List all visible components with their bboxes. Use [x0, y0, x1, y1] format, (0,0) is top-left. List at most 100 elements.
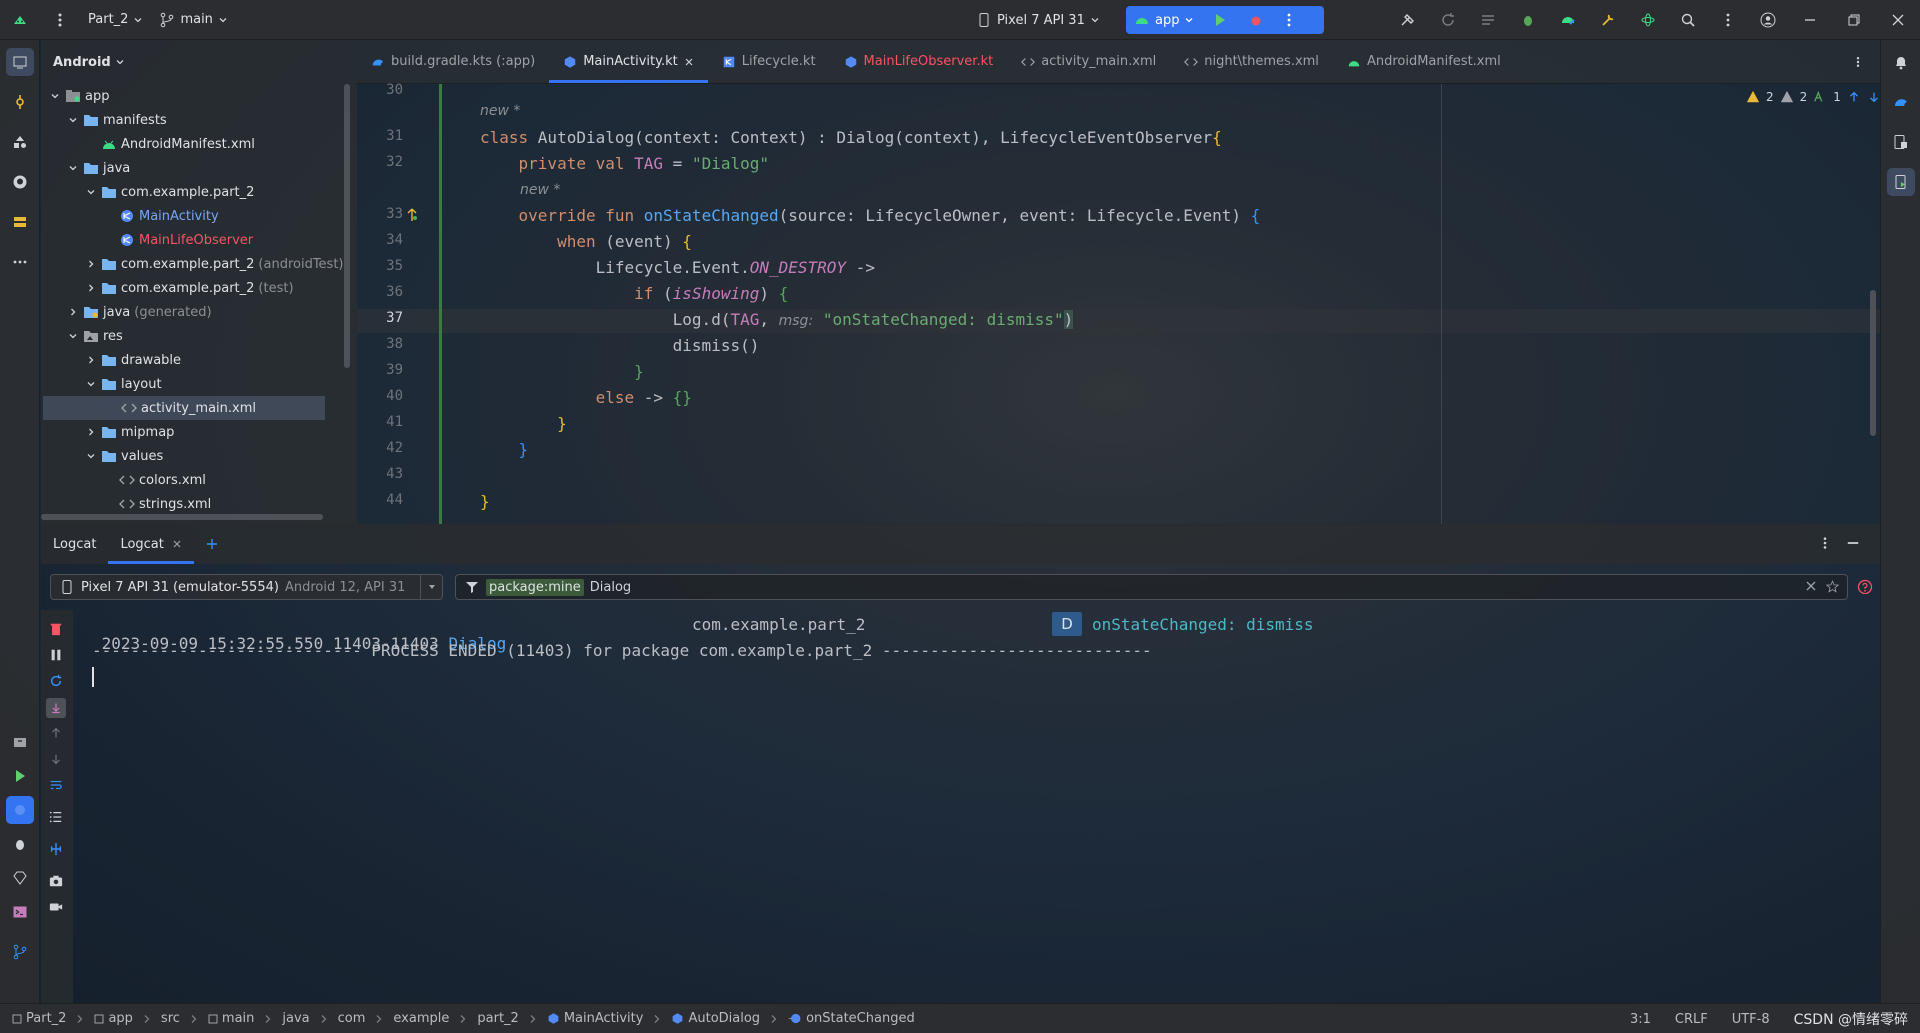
- previous-occurrence-button[interactable]: [49, 726, 63, 740]
- main-menu-icon[interactable]: [40, 0, 80, 40]
- search-button[interactable]: [1668, 0, 1708, 40]
- logcat-filter-input[interactable]: package:mine Dialog: [455, 574, 1848, 600]
- tree-item[interactable]: MainActivity: [41, 204, 219, 228]
- tree-item[interactable]: com.example.part_2 (androidTest): [41, 252, 344, 276]
- line-number[interactable]: 35: [357, 258, 403, 274]
- apply-changes-button[interactable]: [1428, 0, 1468, 40]
- run-more-button[interactable]: [1274, 6, 1304, 34]
- format-options-button[interactable]: [49, 810, 63, 824]
- editor-tab[interactable]: night\themes.xml: [1170, 40, 1333, 83]
- editor-tab[interactable]: build.gradle.kts (:app): [357, 40, 549, 83]
- new-logcat-tab-button[interactable]: [194, 524, 230, 564]
- line-number[interactable]: 39: [357, 362, 403, 378]
- project-tree-scrollbar-vertical[interactable]: [344, 84, 350, 368]
- github-tool-button[interactable]: [6, 168, 34, 196]
- tree-item[interactable]: values: [41, 444, 163, 468]
- account-button[interactable]: [1748, 0, 1788, 40]
- chevron-right-icon[interactable]: [65, 304, 81, 320]
- tree-item[interactable]: MainLifeObserver: [41, 228, 253, 252]
- close-icon[interactable]: [684, 57, 694, 67]
- line-number[interactable]: 40: [357, 388, 403, 404]
- project-tool-button[interactable]: [6, 48, 34, 76]
- screen-record-button[interactable]: [49, 900, 63, 914]
- tree-item[interactable]: java: [41, 156, 130, 180]
- clear-filter-button[interactable]: [1805, 580, 1817, 592]
- tree-item[interactable]: app: [41, 84, 109, 108]
- project-view-selector[interactable]: Android: [41, 40, 357, 84]
- gradle-tool-button[interactable]: [1887, 88, 1915, 116]
- tree-item[interactable]: mipmap: [41, 420, 174, 444]
- run-config-selector[interactable]: app: [1126, 6, 1202, 34]
- device-dropdown-toggle[interactable]: [420, 575, 442, 599]
- vcs-branch-selector[interactable]: main: [151, 6, 235, 34]
- breadcrumb-item[interactable]: MainActivity: [547, 1011, 643, 1026]
- chevron-down-icon[interactable]: [65, 112, 81, 128]
- editor-tab[interactable]: activity_main.xml: [1007, 40, 1170, 83]
- sync-button[interactable]: [1468, 0, 1508, 40]
- tree-item[interactable]: res: [41, 324, 123, 348]
- favorite-filter-button[interactable]: [1826, 580, 1839, 593]
- sdk-manager-button[interactable]: [1588, 0, 1628, 40]
- tree-item[interactable]: layout: [41, 372, 162, 396]
- help-button[interactable]: [1857, 579, 1873, 595]
- line-number[interactable]: 33: [357, 206, 403, 222]
- breadcrumb-item[interactable]: AutoDialog: [671, 1011, 760, 1026]
- editor-tabs-more-button[interactable]: [1848, 52, 1868, 72]
- code-editor[interactable]: [357, 84, 1880, 524]
- chevron-right-icon[interactable]: [83, 424, 99, 440]
- more-tools-button[interactable]: [6, 248, 34, 276]
- breadcrumb-item[interactable]: src: [161, 1011, 180, 1026]
- editor-tab[interactable]: MainLifeObserver.kt: [830, 40, 1008, 83]
- running-devices-button[interactable]: [1887, 168, 1915, 196]
- more-actions-button[interactable]: [1708, 0, 1748, 40]
- chevron-down-icon[interactable]: [83, 184, 99, 200]
- line-number[interactable]: 41: [357, 414, 403, 430]
- editor-tab[interactable]: AndroidManifest.xml: [1333, 40, 1515, 83]
- resource-manager-button[interactable]: [6, 128, 34, 156]
- breadcrumb-item[interactable]: part_2: [477, 1011, 518, 1026]
- file-encoding[interactable]: UTF-8: [1732, 1012, 1770, 1027]
- scroll-to-end-button[interactable]: [46, 698, 66, 718]
- git-tool-button[interactable]: [6, 938, 34, 966]
- logcat-device-selector[interactable]: Pixel 7 API 31 (emulator-5554) Android 1…: [50, 574, 443, 600]
- close-window-button[interactable]: [1876, 0, 1920, 40]
- chevron-right-icon[interactable]: [83, 352, 99, 368]
- screenshot-button[interactable]: [49, 874, 63, 888]
- close-icon[interactable]: [172, 539, 182, 549]
- logcat-options-button[interactable]: [1818, 536, 1832, 550]
- chevron-right-icon[interactable]: [83, 256, 99, 272]
- chevron-down-icon[interactable]: [47, 88, 63, 104]
- editor-tab[interactable]: MainActivity.kt: [549, 40, 708, 83]
- restart-logcat-button[interactable]: [49, 674, 63, 688]
- tree-item[interactable]: strings.xml: [41, 492, 211, 516]
- run-button[interactable]: [1202, 6, 1238, 34]
- tree-item[interactable]: colors.xml: [41, 468, 206, 492]
- project-tree-scrollbar-horizontal[interactable]: [41, 514, 323, 520]
- tree-item[interactable]: manifests: [41, 108, 167, 132]
- logcat-tab[interactable]: Logcat: [108, 524, 195, 564]
- build-variants-button[interactable]: [6, 728, 34, 756]
- line-number[interactable]: 42: [357, 440, 403, 456]
- tree-item[interactable]: com.example.part_2 (test): [41, 276, 294, 300]
- debug-button[interactable]: [1238, 6, 1274, 34]
- hide-panel-button[interactable]: [1846, 536, 1860, 550]
- run-tool-button[interactable]: [6, 762, 34, 790]
- line-number[interactable]: 37: [357, 310, 403, 326]
- build-button[interactable]: [1388, 0, 1428, 40]
- structure-tool-button[interactable]: [6, 208, 34, 236]
- device-file-explorer-button[interactable]: [1887, 128, 1915, 156]
- line-number[interactable]: 31: [357, 128, 403, 144]
- line-number[interactable]: 36: [357, 284, 403, 300]
- project-selector[interactable]: Part_2: [80, 6, 151, 34]
- android-studio-logo-icon[interactable]: [0, 0, 40, 40]
- notifications-button[interactable]: [1887, 48, 1915, 76]
- inspections-widget[interactable]: 2 2 1: [1746, 88, 1881, 106]
- line-number[interactable]: 32: [357, 154, 403, 170]
- terminal-tool-button[interactable]: [6, 898, 34, 926]
- line-number[interactable]: 30: [357, 82, 403, 98]
- breadcrumb-item[interactable]: Part_2: [12, 1011, 66, 1026]
- editor-scrollbar[interactable]: [1870, 290, 1876, 436]
- device-manager-button[interactable]: [1548, 0, 1588, 40]
- breadcrumb-item[interactable]: main: [208, 1011, 254, 1026]
- commit-tool-button[interactable]: [6, 88, 34, 116]
